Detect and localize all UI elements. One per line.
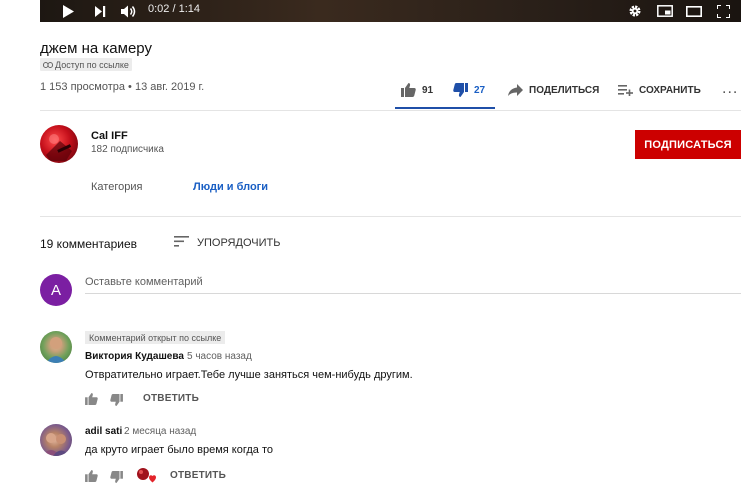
sort-label: УПОРЯДОЧИТЬ	[197, 237, 281, 249]
dislike-button[interactable]: 27	[453, 80, 485, 100]
thumbs-up-icon	[401, 83, 422, 97]
comment-input-underline	[85, 293, 741, 294]
comment-text: да круто играет было время когда то	[85, 444, 273, 456]
add-to-playlist-icon	[618, 84, 639, 96]
like-count: 91	[422, 84, 434, 96]
avatar[interactable]	[40, 424, 72, 456]
fullscreen-icon[interactable]	[714, 0, 732, 22]
privacy-label: Доступ по ссылке	[55, 59, 129, 70]
category-label: Категория	[91, 181, 143, 193]
miniplayer-icon[interactable]	[656, 0, 674, 22]
comment-dislike-button[interactable]	[110, 470, 123, 488]
comment-timestamp[interactable]: 2 месяца назад	[124, 426, 196, 437]
user-avatar: A	[40, 274, 72, 306]
save-label: СОХРАНИТЬ	[639, 84, 701, 96]
like-button[interactable]: 91	[401, 80, 433, 100]
thumbs-down-icon	[110, 470, 123, 488]
comment-dislike-button[interactable]	[110, 393, 123, 411]
play-icon[interactable]	[58, 0, 78, 22]
divider	[40, 110, 741, 111]
channel-avatar[interactable]	[40, 125, 78, 163]
comment-input[interactable]: Оставьте комментарий	[85, 276, 203, 288]
creator-heart-icon	[136, 467, 156, 483]
thumbs-up-icon	[85, 392, 98, 410]
reply-button[interactable]: ОТВЕТИТЬ	[170, 470, 226, 481]
share-label: ПОДЕЛИТЬСЯ	[529, 84, 600, 96]
divider	[40, 216, 741, 217]
link-icon	[43, 60, 53, 70]
thumbs-down-icon	[110, 393, 123, 411]
save-button[interactable]: СОХРАНИТЬ	[618, 80, 701, 100]
comment-timestamp[interactable]: 5 часов назад	[187, 351, 252, 362]
comment-like-button[interactable]	[85, 469, 98, 487]
volume-icon[interactable]	[120, 0, 138, 22]
rating-bar	[395, 107, 495, 109]
category-link[interactable]: Люди и блоги	[193, 181, 268, 193]
settings-icon[interactable]	[627, 0, 643, 22]
dislike-count: 27	[474, 84, 486, 96]
comment-text: Отвратительно играет.Тебе лучше заняться…	[85, 369, 413, 381]
share-icon	[508, 84, 529, 96]
subscriber-count: 182 подписчика	[91, 144, 164, 155]
comment-author[interactable]: Виктория Кудашева	[85, 351, 184, 362]
share-button[interactable]: ПОДЕЛИТЬСЯ	[508, 80, 599, 100]
thumbs-down-icon	[453, 83, 474, 97]
comment-like-button[interactable]	[85, 392, 98, 410]
next-icon[interactable]	[92, 0, 108, 22]
privacy-badge: Доступ по ссылке	[40, 58, 132, 71]
comment-author[interactable]: adil sati	[85, 426, 122, 437]
time-display: 0:02 / 1:14	[148, 3, 200, 15]
comment-badge: Комментарий открыт по ссылке	[85, 331, 226, 344]
avatar[interactable]	[40, 331, 72, 363]
subscribe-button[interactable]: ПОДПИСАТЬСЯ	[635, 130, 741, 159]
video-player-controls: 0:02 / 1:14	[40, 0, 741, 22]
thumbs-up-icon	[85, 469, 98, 487]
more-actions-button[interactable]: ...	[722, 80, 738, 98]
reply-button[interactable]: ОТВЕТИТЬ	[143, 393, 199, 404]
sort-icon	[174, 236, 189, 250]
channel-name[interactable]: Cal IFF	[91, 130, 128, 142]
video-title: джем на камеру	[40, 40, 152, 57]
comments-count: 19 комментариев	[40, 237, 138, 251]
video-stats: 1 153 просмотра • 13 авг. 2019 г.	[40, 81, 205, 93]
theater-icon[interactable]	[685, 0, 703, 22]
sort-comments-button[interactable]: УПОРЯДОЧИТЬ	[174, 236, 280, 250]
